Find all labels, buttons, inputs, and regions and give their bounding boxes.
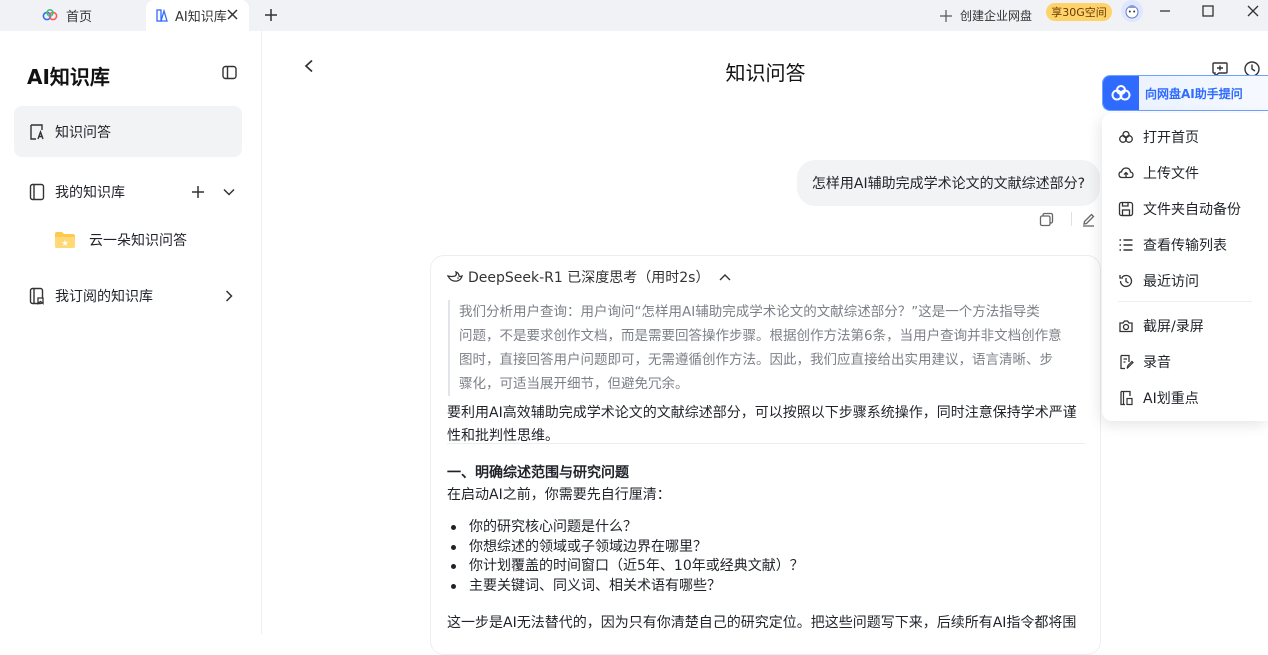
chevron-right-icon[interactable] — [222, 289, 236, 303]
divider — [1071, 212, 1072, 226]
sidebar-title: AI知识库 — [27, 65, 110, 89]
divider — [447, 443, 1085, 444]
list-item: 你计划覆盖的时间窗口（近5年、10年或经典文献）？ — [447, 557, 804, 577]
list-icon — [1119, 239, 1133, 251]
menu-item-label: 查看传输列表 — [1143, 238, 1227, 254]
section-subtitle: 在启动AI之前，你需要先自行厘清： — [447, 487, 671, 503]
sidebar-item-subscribed[interactable]: 我订阅的知识库 — [14, 270, 242, 321]
think-line: 图时，直接回答用户问题即可，无需遵循创作方法。因此，我们应直接给出实用建议，语言… — [459, 352, 1053, 368]
sidebar-item-my-knowledge[interactable]: 我的知识库 — [14, 166, 242, 217]
cloud-logo-icon — [42, 9, 58, 21]
avatar[interactable] — [1121, 0, 1143, 22]
think-header-label: DeepSeek-R1 已深度思考（用时2s） — [468, 270, 710, 286]
ai-assistant-icon — [1103, 76, 1139, 110]
avatar-icon — [1121, 0, 1143, 22]
minimize-icon[interactable] — [1158, 4, 1172, 18]
camera-icon — [1119, 320, 1133, 333]
menu-item-label: 上传文件 — [1143, 166, 1199, 182]
folder-icon — [55, 232, 75, 248]
tab-ai-label: AI知识库 — [175, 10, 227, 25]
create-enterprise-label: 创建企业网盘 — [960, 9, 1033, 23]
sidebar-item-label: 我的知识库 — [55, 184, 125, 201]
knowledge-base-icon — [156, 9, 168, 22]
think-toggle[interactable]: DeepSeek-R1 已深度思考（用时2s） — [447, 267, 731, 287]
sidebar-item-knowledge-qa[interactable]: 知识问答 — [14, 106, 242, 157]
home-icon — [1119, 130, 1133, 143]
answer-intro-line: 性和批判性思维。 — [447, 428, 559, 444]
record-icon — [1120, 354, 1134, 370]
tab-home-label: 首页 — [66, 10, 93, 25]
sidebar-subitem-cloud-qa[interactable]: 云一朵知识问答 — [54, 230, 187, 250]
answer-paragraph: 这一步是AI无法替代的，因为只有你清楚自己的研究定位。把这些问题写下来，后续所有… — [447, 615, 1077, 631]
quick-menu: 打开首页 上传文件 文件夹自动备份 查看传输列表 最近访问 截屏/录屏 录音 A… — [1102, 113, 1268, 421]
tab-home[interactable]: 首页 — [0, 0, 145, 31]
think-line: 问题，不是要求创作文档，而是需要回答操作步骤。根据创作方法第6条，当用户查询并非… — [459, 328, 1062, 344]
history-icon — [1119, 274, 1133, 288]
backup-icon — [1118, 201, 1134, 217]
copy-icon[interactable] — [1039, 212, 1054, 227]
bullet-list: 你的研究核心问题是什么？ 你想综述的领域或子领域边界在哪里？ 你计划覆盖的时间窗… — [447, 518, 804, 596]
edit-icon[interactable] — [1081, 212, 1096, 227]
menu-item-label: 录音 — [1143, 355, 1171, 371]
close-window-icon[interactable] — [1246, 4, 1260, 18]
chevron-up-icon — [719, 274, 731, 281]
cloud-logo-icon — [1111, 85, 1131, 101]
user-question-bubble: 怎样用AI辅助完成学术论文的文献综述部分? — [797, 160, 1100, 206]
think-line: 骤化，可适当展开细节，但避免冗余。 — [459, 376, 689, 392]
menu-item-auto-backup[interactable]: 文件夹自动备份 — [1118, 199, 1241, 219]
think-content: 我们分析用户查询：用户询问“怎样用AI辅助完成学术论文的文献综述部分？”这是一个… — [448, 300, 1088, 396]
close-tab-icon[interactable] — [227, 9, 238, 20]
list-item: 主要关键词、同义词、相关术语有哪些？ — [447, 577, 804, 597]
menu-item-upload[interactable]: 上传文件 — [1118, 163, 1199, 183]
menu-item-screenshot[interactable]: 截屏/录屏 — [1118, 316, 1204, 336]
subscribe-icon — [29, 287, 44, 305]
answer-intro: 要利用AI高效辅助完成学术论文的文献综述部分，可以按照以下步骤系统操作，同时注意… — [447, 402, 1087, 448]
chevron-down-icon[interactable] — [222, 185, 236, 199]
menu-item-transfer-list[interactable]: 查看传输列表 — [1118, 235, 1227, 255]
title-bar: 首页 AI知识库 创建企业网盘 享30G空间 — [0, 0, 1268, 31]
list-item: 你的研究核心问题是什么？ — [447, 518, 804, 538]
divider — [1118, 301, 1252, 302]
sidebar-item-label: 我订阅的知识库 — [55, 288, 153, 305]
sidebar: AI知识库 知识问答 我的知识库 云一朵知识问答 我订阅的知识库 — [0, 31, 262, 634]
menu-item-label: AI划重点 — [1143, 391, 1199, 407]
tab-ai-knowledge[interactable]: AI知识库 — [146, 0, 249, 31]
promo-badge[interactable]: 享30G空间 — [1046, 3, 1112, 21]
section-title: 一、明确综述范围与研究问题 — [447, 465, 629, 481]
create-enterprise-button[interactable]: 创建企业网盘 — [940, 0, 1032, 31]
list-item: 你想综述的领域或子领域边界在哪里？ — [447, 538, 804, 558]
ask-ai-assistant-button[interactable]: 向网盘AI助手提问 — [1102, 75, 1268, 111]
add-knowledge-icon[interactable] — [191, 185, 205, 199]
menu-item-ai-highlight[interactable]: AI划重点 — [1118, 388, 1199, 408]
menu-item-label: 打开首页 — [1143, 130, 1199, 146]
collapse-sidebar-icon[interactable] — [222, 65, 237, 80]
menu-item-label: 文件夹自动备份 — [1143, 202, 1241, 218]
plus-icon — [940, 9, 952, 22]
book-icon — [29, 183, 45, 200]
menu-item-recent[interactable]: 最近访问 — [1118, 271, 1199, 291]
menu-item-label: 最近访问 — [1143, 274, 1199, 290]
new-tab-icon[interactable] — [264, 8, 278, 22]
upload-cloud-icon — [1118, 167, 1134, 179]
sidebar-subitem-label: 云一朵知识问答 — [89, 233, 187, 249]
deepseek-whale-icon — [447, 270, 463, 282]
ai-highlight-icon — [1120, 390, 1133, 406]
sidebar-item-label: 知识问答 — [55, 124, 111, 141]
answer-intro-line: 要利用AI高效辅助完成学术论文的文献综述部分，可以按照以下步骤系统操作，同时注意… — [447, 405, 1077, 421]
menu-item-open-home[interactable]: 打开首页 — [1118, 127, 1199, 147]
ask-ai-label: 向网盘AI助手提问 — [1145, 86, 1243, 101]
answer-card: DeepSeek-R1 已深度思考（用时2s） 我们分析用户查询：用户询问“怎样… — [430, 255, 1101, 655]
knowledge-qa-icon — [30, 123, 44, 140]
think-line: 我们分析用户查询：用户询问“怎样用AI辅助完成学术论文的文献综述部分？”这是一个… — [459, 304, 1040, 320]
maximize-icon[interactable] — [1201, 4, 1215, 18]
menu-item-label: 截屏/录屏 — [1143, 319, 1204, 335]
menu-item-record[interactable]: 录音 — [1118, 352, 1171, 372]
